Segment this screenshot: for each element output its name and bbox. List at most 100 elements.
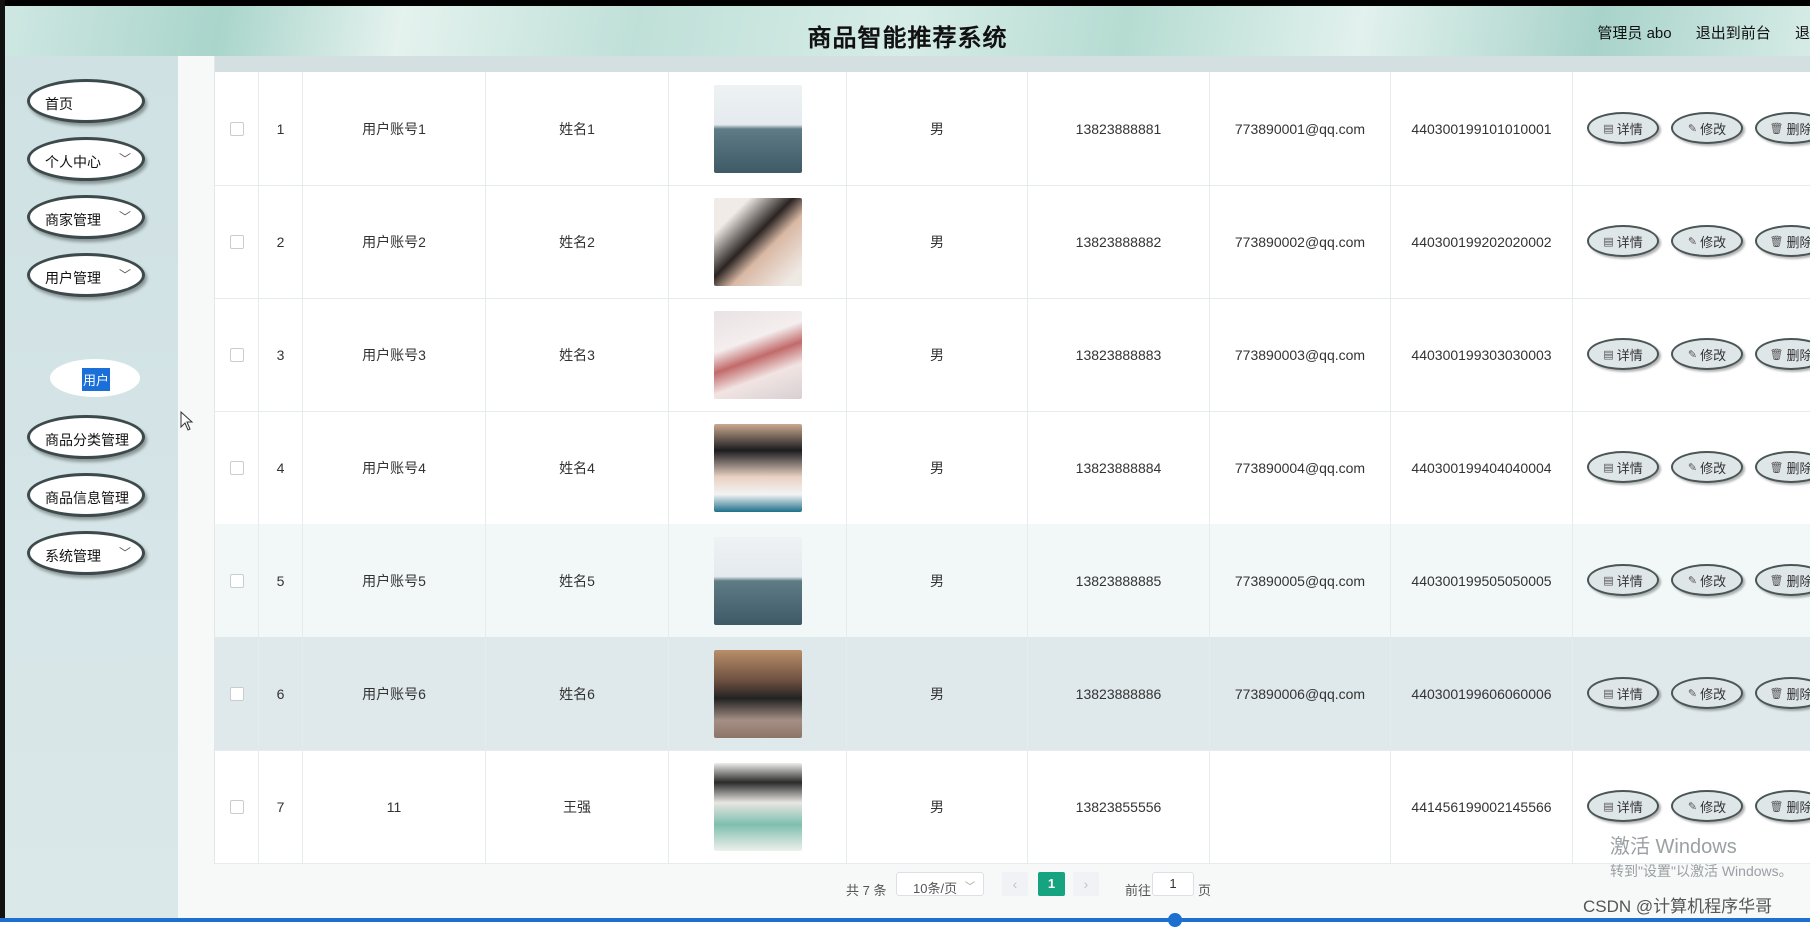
delete-button[interactable]: 🗑 删除 <box>1755 112 1810 144</box>
menu-user-management[interactable]: 用户管理 ﹀ <box>27 253 145 297</box>
cell-idcard: 440300199303030003 <box>1391 298 1573 411</box>
avatar <box>713 649 802 738</box>
table-row[interactable]: 6 用户账号6 姓名6 男 13823888886 773890006@qq.com 440… <box>215 637 1810 751</box>
phone-text: 13823888886 <box>1075 685 1162 702</box>
cell-index: 5 <box>259 524 303 637</box>
edit-button[interactable]: ✎ 修改 <box>1671 790 1743 822</box>
detail-button-label: 详情 <box>1616 460 1643 476</box>
menu-product-management[interactable]: 商品信息管理 <box>27 473 145 517</box>
row-checkbox[interactable] <box>229 234 244 249</box>
cell-gender: 男 <box>847 72 1028 185</box>
index-text: 3 <box>276 346 285 363</box>
logout-link[interactable]: 退 <box>1795 25 1810 42</box>
account-text: 用户账号2 <box>362 233 426 250</box>
menu-product-label: 商品信息管理 <box>45 490 129 506</box>
row-checkbox[interactable] <box>229 573 244 588</box>
name-text: 王强 <box>563 798 591 815</box>
avatar-cell <box>669 524 847 637</box>
edit-button[interactable]: ✎ 修改 <box>1671 112 1743 144</box>
progress-knob[interactable] <box>1168 913 1182 927</box>
menu-category-label: 商品分类管理 <box>45 432 129 448</box>
row-actions: ▤ 详情 ✎ 修改 🗑 删除 <box>1573 411 1810 524</box>
detail-button[interactable]: ▤ 详情 <box>1587 338 1659 370</box>
row-checkbox[interactable] <box>229 799 244 814</box>
gender-text: 男 <box>930 685 944 702</box>
account-text: 用户账号1 <box>362 120 426 137</box>
gender-text: 男 <box>930 233 944 250</box>
edit-button[interactable]: ✎ 修改 <box>1671 225 1743 257</box>
progress-bar <box>0 913 1810 927</box>
pagination-total: 共 7 条 <box>846 883 887 898</box>
cell-name: 姓名6 <box>486 637 669 750</box>
avatar-cell <box>669 411 847 524</box>
cell-idcard: 440300199101010001 <box>1391 72 1573 185</box>
row-checkbox[interactable] <box>229 686 244 701</box>
idcard-text: 440300199404040004 <box>1411 459 1552 476</box>
delete-button[interactable]: 🗑 删除 <box>1755 790 1810 822</box>
menu-system-management[interactable]: 系统管理 ﹀ <box>27 531 145 575</box>
chevron-down-icon: ﹀ <box>118 210 131 224</box>
phone-text: 13823888882 <box>1075 233 1162 250</box>
cell-email: 773890006@qq.com <box>1210 637 1391 750</box>
avatar-cell <box>669 750 847 863</box>
cell-phone: 13823855556 <box>1028 750 1210 863</box>
account-text: 用户账号6 <box>362 685 426 702</box>
detail-button[interactable]: ▤ 详情 <box>1587 451 1659 483</box>
menu-personal-center[interactable]: 个人中心 ﹀ <box>27 137 145 181</box>
cell-account: 用户账号6 <box>303 637 486 750</box>
goto-page-input[interactable]: 1 <box>1152 872 1194 896</box>
cell-index: 6 <box>259 637 303 750</box>
edit-button[interactable]: ✎ 修改 <box>1671 564 1743 596</box>
edit-button-label: 修改 <box>1700 573 1727 589</box>
delete-button[interactable]: 🗑 删除 <box>1755 451 1810 483</box>
row-checkbox[interactable] <box>229 460 244 475</box>
table-row[interactable]: 5 用户账号5 姓名5 男 13823888885 773890005@qq.com 440… <box>215 524 1810 638</box>
submenu-user[interactable]: 用户 <box>50 359 140 397</box>
account-text: 用户账号5 <box>362 572 426 589</box>
detail-button[interactable]: ▤ 详情 <box>1587 564 1659 596</box>
row-checkbox[interactable] <box>229 347 244 362</box>
trash-icon: 🗑 <box>1769 122 1784 135</box>
document-icon: ▤ <box>1603 574 1614 587</box>
trash-icon: 🗑 <box>1769 574 1784 587</box>
email-text: 773890003@qq.com <box>1234 346 1366 363</box>
index-text: 4 <box>276 459 285 476</box>
table-row[interactable]: 2 用户账号2 姓名2 男 13823888882 773890002@qq.com 440… <box>215 185 1810 299</box>
edit-button[interactable]: ✎ 修改 <box>1671 338 1743 370</box>
delete-button-label: 删除 <box>1786 573 1810 589</box>
cell-account: 用户账号3 <box>303 298 486 411</box>
table-header <box>215 56 1810 72</box>
menu-user-label: 用户管理 <box>45 270 101 286</box>
detail-button[interactable]: ▤ 详情 <box>1587 112 1659 144</box>
cell-name: 姓名1 <box>486 72 669 185</box>
prev-page-button[interactable]: ‹ <box>1002 872 1028 896</box>
delete-button[interactable]: 🗑 删除 <box>1755 225 1810 257</box>
delete-button[interactable]: 🗑 删除 <box>1755 677 1810 709</box>
menu-merchant-management[interactable]: 商家管理 ﹀ <box>27 195 145 239</box>
page-size-select[interactable]: 10条/页 ﹀ <box>896 872 984 896</box>
cell-phone: 13823888881 <box>1028 72 1210 185</box>
edit-button[interactable]: ✎ 修改 <box>1671 677 1743 709</box>
detail-button[interactable]: ▤ 详情 <box>1587 677 1659 709</box>
delete-button[interactable]: 🗑 删除 <box>1755 338 1810 370</box>
table-row[interactable]: 4 用户账号4 姓名4 男 13823888884 773890004@qq.com 440… <box>215 411 1810 525</box>
menu-category-management[interactable]: 商品分类管理 <box>27 415 145 459</box>
menu-home[interactable]: 首页 <box>27 79 145 123</box>
edit-button[interactable]: ✎ 修改 <box>1671 451 1743 483</box>
avatar <box>713 84 802 173</box>
edit-button-label: 修改 <box>1700 799 1727 815</box>
goto-frontend-link[interactable]: 退出到前台 <box>1696 25 1771 42</box>
cell-phone: 13823888883 <box>1028 298 1210 411</box>
current-page-button[interactable]: 1 <box>1038 872 1065 896</box>
detail-button[interactable]: ▤ 详情 <box>1587 225 1659 257</box>
user-table: 1 用户账号1 姓名1 男 13823888881 773890001@qq.com 440… <box>214 56 1810 864</box>
table-row[interactable]: 7 11 王强 男 13823855556 441456199002145566 ▤ 详情 ✎ 修… <box>215 750 1810 864</box>
next-page-button[interactable]: › <box>1073 872 1099 896</box>
delete-button[interactable]: 🗑 删除 <box>1755 564 1810 596</box>
table-row[interactable]: 3 用户账号3 姓名3 男 13823888883 773890003@qq.com 440… <box>215 298 1810 412</box>
table-row[interactable]: 1 用户账号1 姓名1 男 13823888881 773890001@qq.com 440… <box>215 72 1810 186</box>
detail-button[interactable]: ▤ 详情 <box>1587 790 1659 822</box>
cell-index: 4 <box>259 411 303 524</box>
gender-text: 男 <box>930 572 944 589</box>
row-checkbox[interactable] <box>229 121 244 136</box>
